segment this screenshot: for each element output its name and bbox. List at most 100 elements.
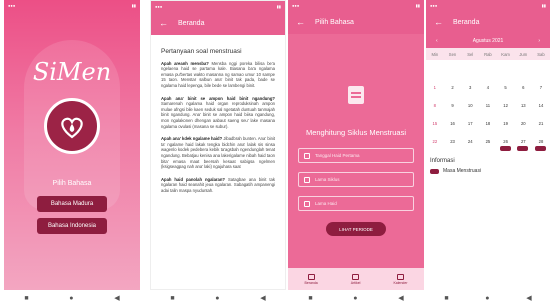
calendar-day[interactable]: 21 [532,114,550,132]
calendar-grid: Min Sen Sel Rab Kam Jum Sab 1 2 3 4 5 6 7 8 9 10 11 12 13 14… [426,48,550,151]
back-triangle-icon[interactable]: ◀ [398,294,403,302]
back-triangle-icon[interactable]: ◀ [260,294,265,302]
heart-drop-icon [44,98,100,154]
article-icon [352,273,360,280]
square-icon[interactable]: ■ [308,295,312,302]
calendar-day[interactable]: 23 [444,132,462,150]
calendar-day[interactable]: 28 [532,132,550,151]
calendar-day[interactable]: 15 [426,114,444,132]
calendar-day[interactable]: 3 [461,78,479,96]
next-month-icon[interactable]: › [538,38,540,44]
home-circle-icon[interactable]: ● [69,295,73,302]
madura-language-button[interactable]: Bahasa Madura [37,196,107,212]
indonesia-language-button[interactable]: Bahasa Indonesia [37,218,107,234]
first-period-date-field[interactable]: Tanggal Haid Pertama [298,148,414,163]
calculator-heading: Menghitung Siklus Menstruasi [305,128,407,137]
calendar-day[interactable]: 22 [426,132,444,150]
calendar-screen: ●●● ▮▮ ← Beranda ‹ Agustus 2021 › Min Sen S… [426,0,550,290]
top-app-bar: ← Beranda [151,11,285,35]
grid-icon [304,176,310,183]
square-icon[interactable]: ■ [170,295,174,302]
top-app-bar: ← Beranda [426,10,550,34]
calendar-icon [348,86,364,104]
legend-swatch [430,168,439,174]
page-title: Beranda [178,19,205,27]
back-triangle-icon[interactable]: ◀ [526,294,531,302]
system-nav-3: ■ ● ◀ [288,292,424,304]
faq-content: Pertanyaan soal menstruasi Apah areanh m… [151,35,285,208]
back-arrow-icon[interactable]: ← [434,17,443,27]
bottom-navigation: Beranda Artikel Kalender [288,268,424,290]
month-label: Agustus 2021 [472,38,504,44]
home-circle-icon[interactable]: ● [353,295,357,302]
calendar-day[interactable]: 2 [444,78,462,96]
legend-item: Masa Menstruasi [430,168,550,174]
page-title: Beranda [453,18,480,26]
calendar-day[interactable]: 18 [479,114,497,132]
system-nav-2: ■ ● ◀ [150,292,286,304]
pencil-icon [304,200,310,207]
calendar-day[interactable] [532,60,550,78]
back-triangle-icon[interactable]: ◀ [114,294,119,302]
weekday-header: Sel [461,48,480,60]
app-logo: SiMen [32,58,112,86]
calendar-day[interactable]: 16 [444,114,462,132]
faq-item: Apah haid panolah ngalaran? Satagbae ana… [161,176,275,193]
calendar-day[interactable]: 10 [461,96,479,114]
calendar-day[interactable]: 12 [497,96,515,114]
calendar-day[interactable]: 25 [479,132,497,150]
calendar-day[interactable]: 26 [497,132,515,151]
calendar-day[interactable] [444,60,462,78]
calendar-day[interactable]: 20 [514,114,532,132]
calendar-day[interactable] [514,60,532,78]
square-icon[interactable]: ■ [24,295,28,302]
calendar-day[interactable]: 17 [461,114,479,132]
period-length-field[interactable]: Lama Haid [298,196,414,211]
system-nav-4: ■ ● ◀ [426,292,550,304]
calendar-day[interactable]: 27 [514,132,532,151]
calendar-day[interactable]: 24 [461,132,479,150]
calendar-day[interactable]: 13 [514,96,532,114]
nav-home[interactable]: Beranda [305,273,318,285]
faq-item: Apah ana' binit se ampon haid binit ngan… [161,95,275,129]
faq-heading: Pertanyaan soal menstruasi [161,48,242,55]
calendar-day[interactable]: 9 [444,96,462,114]
calendar-day[interactable]: 7 [532,78,550,96]
legend-label: Masa Menstruasi [443,168,482,174]
pick-language-label: Pilih Bahasa [52,180,92,187]
calendar-day[interactable]: 19 [497,114,515,132]
weekday-header: Sen [443,48,462,60]
nav-calendar[interactable]: Kalender [393,273,407,285]
calendar-day[interactable]: 14 [532,96,550,114]
calendar-day[interactable]: 11 [479,96,497,114]
weekday-header: Kam [496,48,515,60]
home-icon [307,273,315,280]
back-arrow-icon[interactable]: ← [159,18,168,28]
calendar-day[interactable]: 1 [426,78,444,96]
cycle-length-field[interactable]: Lama Siklus [298,172,414,187]
system-nav-1: ■ ● ◀ [4,292,140,304]
calendar-day[interactable]: 6 [514,78,532,96]
weekday-header: Min [426,48,444,60]
nav-articles[interactable]: Artikel [351,273,360,285]
see-period-button[interactable]: LIHAT PERIODE [326,222,386,236]
calendar-day[interactable] [497,60,515,78]
square-icon[interactable]: ■ [444,295,448,302]
calendar-day[interactable] [479,60,497,78]
info-title: Informasi [430,158,455,164]
calendar-day[interactable] [461,60,479,78]
month-selector: ‹ Agustus 2021 › [426,34,550,48]
home-circle-icon[interactable]: ● [215,295,219,302]
home-circle-icon[interactable]: ● [485,295,489,302]
prev-month-icon[interactable]: ‹ [436,38,438,44]
calendar-day[interactable]: 4 [479,78,497,96]
calendar-day[interactable] [426,60,444,78]
back-arrow-icon[interactable]: ← [296,17,305,27]
faq-item: Apah areanh mensba? Mensba nggi poreka b… [161,60,275,88]
calendar-day[interactable]: 8 [426,96,444,114]
status-bar: ●●● ▮▮ [8,2,136,8]
calendar-day[interactable]: 5 [497,78,515,96]
calendar-nav-icon [396,273,404,280]
cycle-calculator-screen: ●●● ▮▮ ← Pilih Bahasa Menghitung Siklus M… [288,0,424,290]
status-bar: ●●● ▮▮ [288,0,424,10]
